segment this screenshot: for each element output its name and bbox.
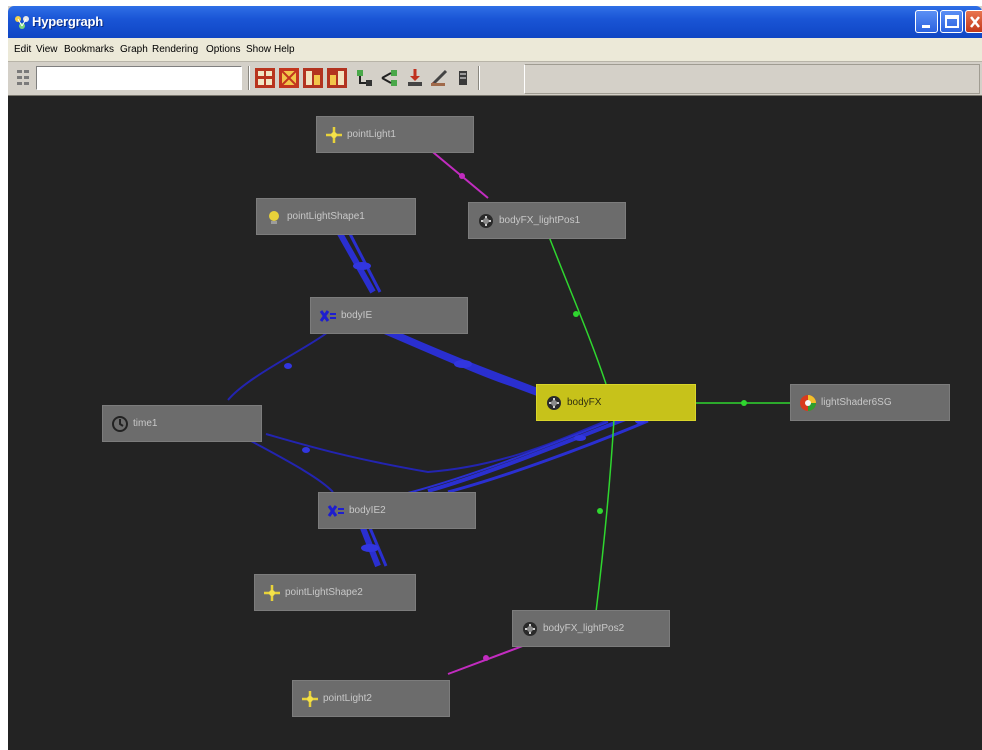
- scene-hierarchy-icon[interactable]: [254, 67, 276, 89]
- hypergraph-canvas[interactable]: pointLight1 pointLightShape1 bodyFX_ligh…: [8, 96, 982, 750]
- menu-bookmarks[interactable]: Bookmarks: [64, 44, 114, 55]
- node-bodyIE[interactable]: bodyIE: [310, 297, 468, 334]
- upstream-icon[interactable]: [354, 67, 376, 89]
- light-shape-icon: [265, 208, 283, 226]
- node-pointLightShape1[interactable]: pointLightShape1: [256, 198, 416, 235]
- light-transform-icon: [263, 584, 281, 602]
- node-lightShader6SG[interactable]: lightShader6SG: [790, 384, 950, 421]
- node-pointLight1[interactable]: pointLight1: [316, 116, 474, 153]
- edge-magenta-markers: [459, 173, 489, 661]
- time-icon: [111, 415, 129, 433]
- expression-icon: [327, 502, 345, 520]
- node-label: pointLight1: [347, 129, 396, 140]
- close-button[interactable]: [965, 10, 982, 33]
- node-bodyFX-lightPos1[interactable]: bodyFX_lightPos1: [468, 202, 626, 239]
- node-pointLight2[interactable]: pointLight2: [292, 680, 450, 717]
- output-connections-icon[interactable]: [326, 67, 348, 89]
- edit-icon[interactable]: [428, 67, 450, 89]
- node-label: lightShader6SG: [821, 397, 892, 408]
- node-label: time1: [133, 418, 158, 429]
- node-label: pointLightShape1: [287, 211, 365, 222]
- node-label: bodyFX_lightPos2: [543, 623, 625, 634]
- input-connections-icon[interactable]: [302, 67, 324, 89]
- toolbar-separator: [478, 66, 480, 90]
- node-label: bodyFX: [567, 397, 602, 408]
- menu-rendering[interactable]: Rendering: [152, 44, 198, 55]
- shading-group-icon: [799, 394, 817, 412]
- utility-node-icon: [477, 212, 495, 230]
- hypergraph-app-icon: [14, 15, 30, 29]
- toolbar-separator: [248, 66, 250, 90]
- node-bodyFX-lightPos2[interactable]: bodyFX_lightPos2: [512, 610, 670, 647]
- minimize-button[interactable]: [915, 10, 938, 33]
- downstream-icon[interactable]: [378, 67, 400, 89]
- utility-node-icon: [545, 394, 563, 412]
- toolbar: [8, 62, 982, 96]
- utility-node-icon: [521, 620, 539, 638]
- menu-graph[interactable]: Graph: [120, 44, 148, 55]
- edge-blue-time-to-bodyIE: [227, 331, 329, 401]
- input-output-icon[interactable]: [278, 67, 300, 89]
- import-icon[interactable]: [404, 67, 426, 89]
- toolbar-empty-area: [524, 64, 980, 94]
- maximize-button[interactable]: [940, 10, 963, 33]
- title-bar[interactable]: Hypergraph: [8, 6, 982, 38]
- edge-green: [547, 233, 790, 613]
- node-label: pointLight2: [323, 693, 372, 704]
- node-bodyIE2[interactable]: bodyIE2: [318, 492, 476, 529]
- light-transform-icon: [325, 126, 343, 144]
- menu-help[interactable]: Help: [274, 44, 295, 55]
- node-label: bodyIE2: [349, 505, 386, 516]
- node-label: bodyFX_lightPos1: [499, 215, 581, 226]
- menu-edit[interactable]: Edit: [14, 44, 31, 55]
- menu-options[interactable]: Options: [206, 44, 240, 55]
- menu-show[interactable]: Show: [246, 44, 271, 55]
- light-transform-icon: [301, 690, 319, 708]
- clear-icon[interactable]: [452, 67, 474, 89]
- window-title: Hypergraph: [32, 14, 103, 29]
- node-pointLightShape2[interactable]: pointLightShape2: [254, 574, 416, 611]
- bookmark-name-input[interactable]: [36, 66, 242, 90]
- menu-view[interactable]: View: [36, 44, 58, 55]
- node-label: pointLightShape2: [285, 587, 363, 598]
- node-bodyFX-selected[interactable]: bodyFX: [536, 384, 696, 421]
- node-time1[interactable]: time1: [102, 405, 262, 442]
- expression-icon: [319, 307, 337, 325]
- node-label: bodyIE: [341, 310, 373, 321]
- toolbar-grip-icon[interactable]: [14, 67, 36, 89]
- menu-bar: Edit View Bookmarks Graph Rendering Opti…: [8, 38, 982, 62]
